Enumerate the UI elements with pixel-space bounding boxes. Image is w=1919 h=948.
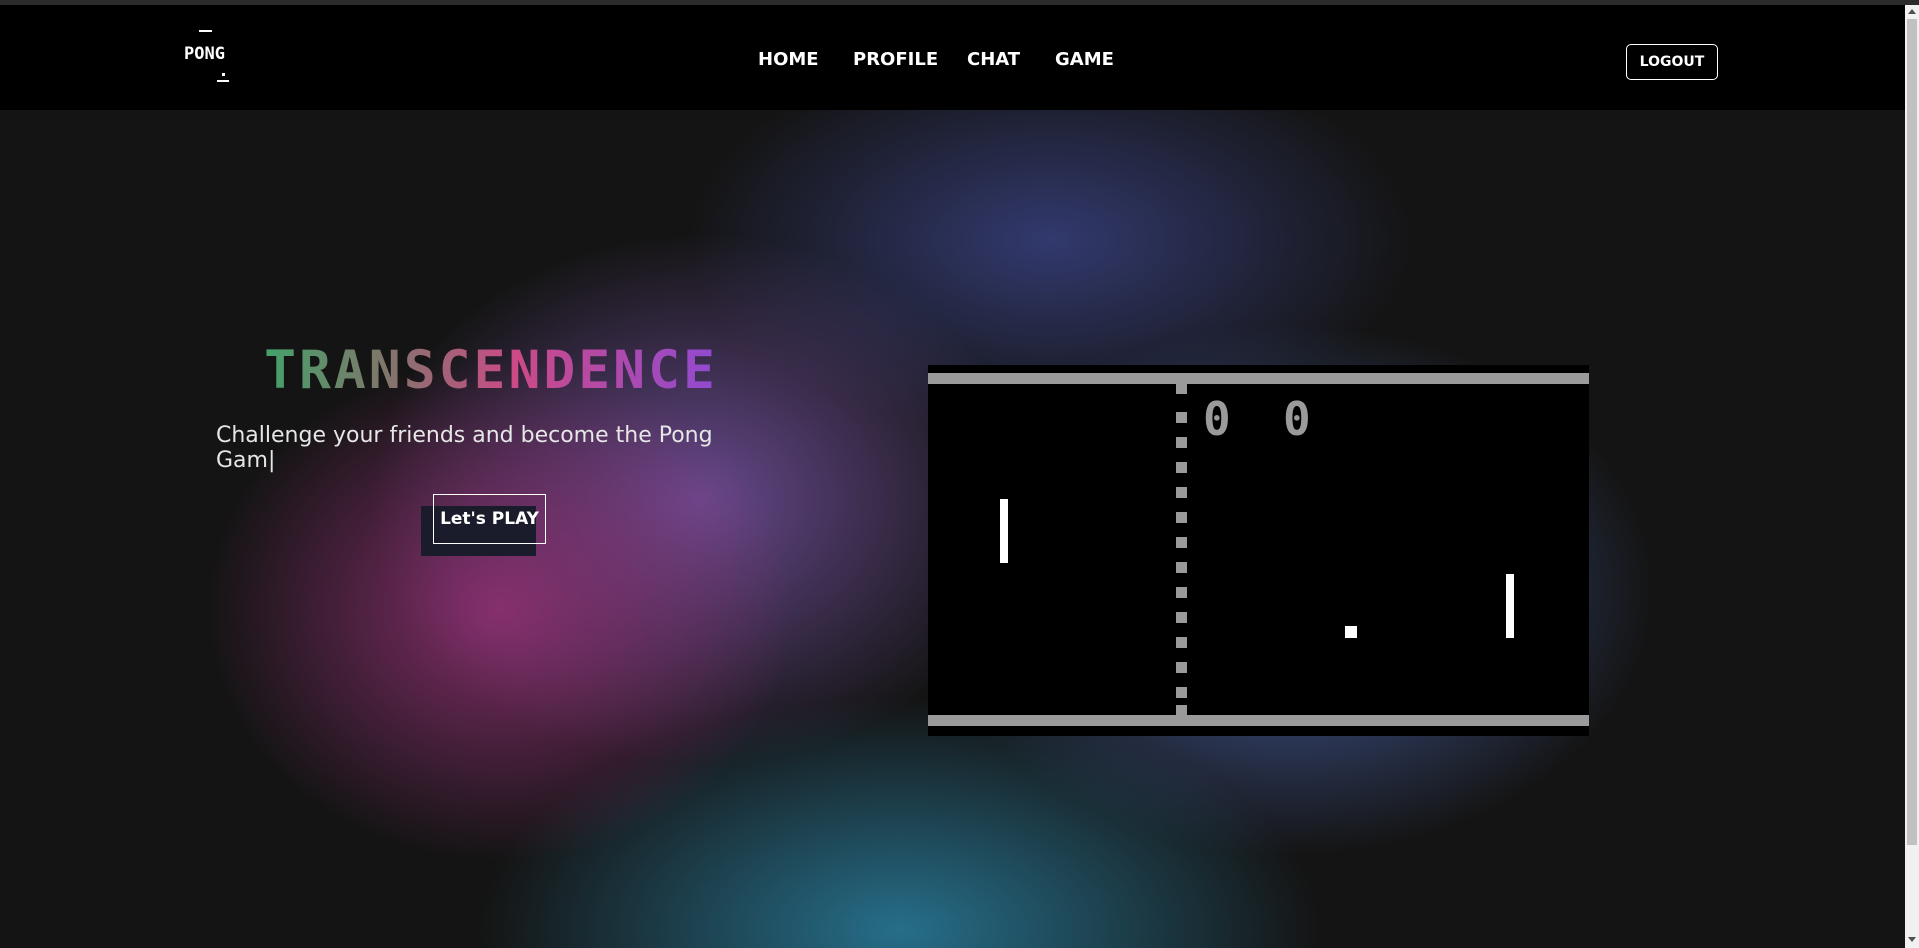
net-segment <box>1176 637 1187 648</box>
pong-game-preview: 0 0 <box>928 365 1589 736</box>
net-segment <box>1176 587 1187 598</box>
nav-links: HOME PROFILE CHAT GAME <box>0 49 1905 77</box>
scroll-up-arrow-icon[interactable] <box>1908 9 1916 14</box>
scroll-down-arrow-icon[interactable] <box>1908 937 1916 942</box>
nav-home[interactable]: HOME <box>758 49 819 70</box>
logo-dash-bottom <box>217 80 229 82</box>
nav-game[interactable]: GAME <box>1055 49 1114 70</box>
lets-play-button[interactable]: Let's PLAY <box>433 494 546 544</box>
net-segment <box>1176 512 1187 523</box>
net-segment <box>1176 662 1187 673</box>
nav-profile[interactable]: PROFILE <box>853 49 938 70</box>
net-segment <box>1176 384 1187 394</box>
navbar: PONG HOME PROFILE CHAT GAME LOGOUT <box>0 5 1905 110</box>
page-scrollbar[interactable] <box>1905 5 1919 948</box>
net-segment <box>1176 462 1187 473</box>
net-segment <box>1176 412 1187 423</box>
score-left: 0 <box>1203 392 1231 446</box>
net-segment <box>1176 562 1187 573</box>
court-top-wall <box>928 373 1589 384</box>
hero-tagline: Challenge your friends and become the Po… <box>216 423 713 473</box>
right-paddle <box>1506 574 1514 638</box>
hero-title: TRANSCENDENCE <box>256 340 726 401</box>
logout-button[interactable]: LOGOUT <box>1626 44 1718 80</box>
net-segment <box>1176 537 1187 548</box>
net-segment <box>1176 705 1187 715</box>
ball <box>1345 626 1357 638</box>
scrollbar-thumb[interactable] <box>1907 19 1917 845</box>
play-button-wrapper: Let's PLAY <box>421 494 549 562</box>
hero-section: TRANSCENDENCE Challenge your friends and… <box>0 110 1905 948</box>
left-paddle <box>1000 499 1008 563</box>
net-segment <box>1176 687 1187 698</box>
score-right: 0 <box>1283 392 1311 446</box>
court-bottom-wall <box>928 715 1589 726</box>
logo-dash-top <box>199 30 212 32</box>
net-segment <box>1176 437 1187 448</box>
net-segment <box>1176 612 1187 623</box>
nav-chat[interactable]: CHAT <box>967 49 1020 70</box>
net-segment <box>1176 487 1187 498</box>
